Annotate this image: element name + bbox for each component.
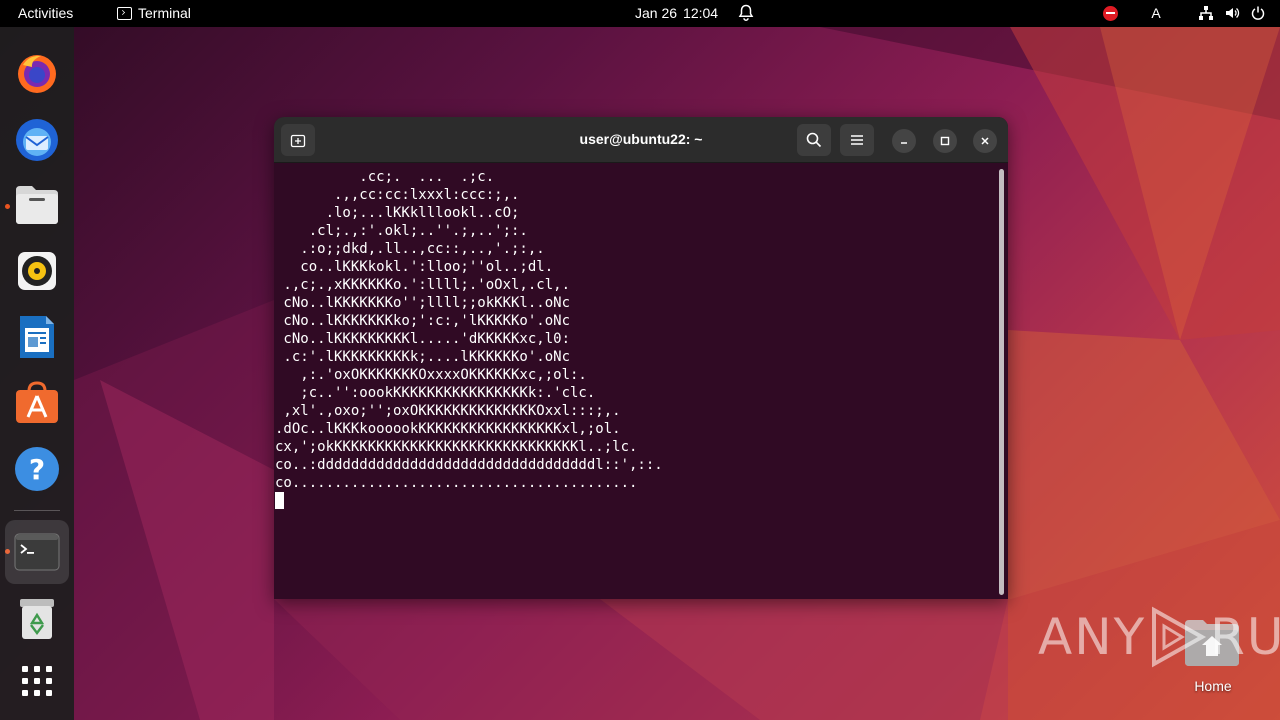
dock-files[interactable] [12,180,62,230]
terminal-prompt-line [275,492,996,510]
maximize-button[interactable] [933,129,957,153]
terminal-headerbar[interactable]: user@ubuntu22: ~ [274,117,1008,163]
rhythmbox-icon [18,252,56,290]
watermark-play-icon [1152,606,1207,668]
terminal-line: cNo..lKKKKKKKko;':c:,'lKKKKKo'.oNc [275,313,571,329]
terminal-line: co......................................… [275,475,638,491]
do-not-disturb-icon[interactable] [1100,3,1120,23]
app-center-icon [16,381,58,423]
dock-thunderbird[interactable] [12,114,62,164]
dock-separator [14,510,60,511]
menu-button[interactable] [840,124,874,156]
terminal-line: cx,';okKKKKKKKKKKKKKKKKKKKKKKKKKKKKKl..;… [275,439,638,455]
terminal-line: ;c..'':oookKKKKKKKKKKKKKKKKk:.'clc. [275,385,596,401]
text-cursor [275,492,284,509]
help-icon: ? [15,447,59,491]
terminal-output[interactable]: .cc;. ... .;c. .,,cc:cc:lxxxl:ccc:;,. .l… [274,163,996,599]
terminal-scrollbar[interactable] [999,169,1004,595]
network-icon[interactable] [1196,3,1216,23]
files-icon [16,186,58,224]
thunderbird-icon [16,119,58,161]
terminal-line: ,xl'.,oxo;'';oxOKKKKKKKKKKKKKKOxxl:::;,. [275,403,621,419]
files-running-indicator [5,204,10,209]
terminal-line: co..lKKKkokl.':lloo;''ol..;dl. [275,259,554,275]
clock-date: Jan 26 [635,5,678,21]
notification-bell-icon[interactable] [738,4,754,25]
terminal-line: .c:'.lKKKKKKKKKk;....lKKKKKKo'.oNc [275,349,571,365]
terminal-line: cNo..lKKKKKKKKKl.....'dKKKKKxc,l0: [275,331,571,347]
dock-trash[interactable] [12,594,62,644]
dock-libreoffice-writer[interactable] [12,312,62,362]
maximize-icon [940,136,950,146]
watermark-text-right: RUN [1210,608,1280,666]
trash-icon [20,599,54,639]
dock-rhythmbox[interactable] [12,246,62,296]
terminal-app-icon [117,6,132,20]
input-method-indicator[interactable]: A [1146,3,1166,23]
terminal-line: cNo..lKKKKKKKo'';llll;;okKKKl..oNc [275,295,571,311]
terminal-line: .lo;...lKKklllookl..cO; [275,205,520,221]
input-method-label: A [1151,5,1161,21]
activities-button[interactable]: Activities [18,5,73,21]
clock[interactable]: Jan 26 12:04 [635,5,718,21]
terminal-line: .,,cc:cc:lxxxl:ccc:;,. [275,187,520,203]
close-icon [981,137,989,145]
terminal-line: .:o;;dkd,.ll..,cc::,..,'.;:,. [275,241,545,257]
volume-icon[interactable] [1222,3,1242,23]
clock-time: 12:04 [683,5,719,21]
app-grid-icon [22,666,52,696]
minimize-icon [901,142,907,144]
dock-help[interactable]: ? [12,444,62,494]
terminal-line: co..:dddddddddddddddddddddddddddddddddl:… [275,457,663,473]
hamburger-menu-icon [851,135,863,145]
search-button[interactable] [797,124,831,156]
dock-firefox[interactable] [12,48,62,98]
minimize-button[interactable] [892,129,916,153]
dock: ? [0,27,74,720]
terminal-line: .cl;.,:'.okl;..''.;,..';:. [275,223,528,239]
desktop-home-label: Home [1194,678,1232,694]
writer-icon [20,316,54,358]
top-bar: Activities Terminal Jan 26 12:04 A [0,0,1280,27]
anyrun-watermark: ANY RUN [1038,606,1280,668]
terminal-icon [14,533,60,571]
dock-show-apps[interactable] [12,656,62,706]
terminal-window[interactable]: user@ubuntu22: ~ .cc;. ... .;c. .,,cc:cc… [274,117,1008,599]
dock-app-center[interactable] [12,378,62,428]
dock-terminal[interactable] [5,520,69,584]
terminal-line: .cc;. ... .;c. [275,169,495,185]
terminal-line: .dOc..lKKKkoooookKKKKKKKKKKKKKKKKKxl,;ol… [275,421,621,437]
terminal-line: .,c;.,xKKKKKKo.':llll;.'oOxl,.cl,. [275,277,571,293]
power-icon[interactable] [1248,3,1268,23]
app-menu-label: Terminal [138,5,191,21]
firefox-icon [18,55,56,93]
system-tray[interactable]: A [1100,3,1268,23]
terminal-line: ,:.'oxOKKKKKKKOxxxxOKKKKKKxc,;ol:. [275,367,587,383]
app-menu[interactable]: Terminal [117,5,191,21]
search-icon [806,132,822,148]
close-button[interactable] [973,129,997,153]
svg-text:?: ? [29,453,45,486]
watermark-text-left: ANY [1038,608,1147,666]
